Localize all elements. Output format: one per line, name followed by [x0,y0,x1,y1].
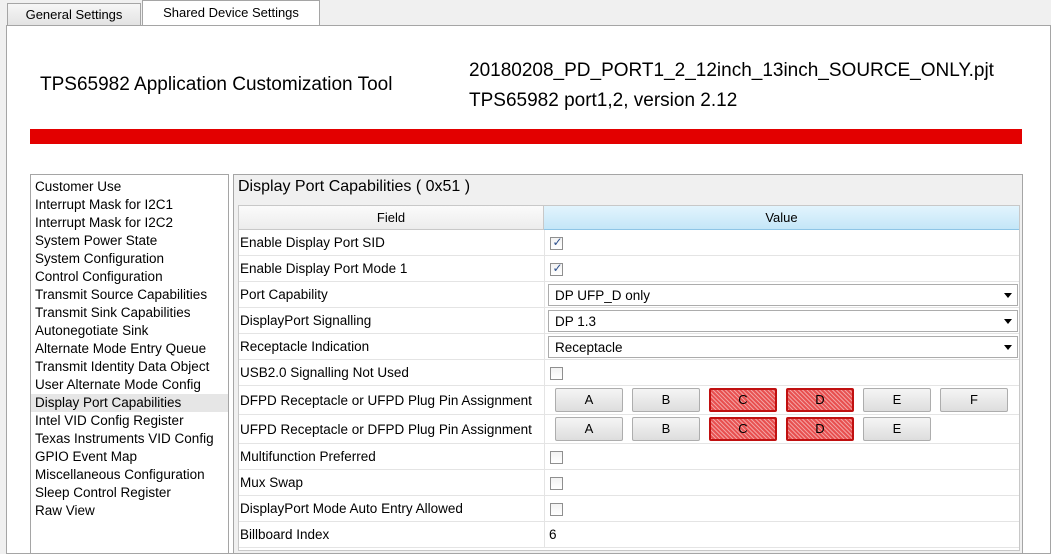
sidebar-item-miscellaneous-configuration[interactable]: Miscellaneous Configuration [31,466,228,484]
pin-a-button[interactable]: A [555,388,623,412]
project-version: TPS65982 port1,2, version 2.12 [469,90,738,111]
value-cell [544,360,1019,385]
dropdown-arrow-icon[interactable] [1004,319,1012,324]
value-cell: ABCDEF [544,386,1019,414]
value-cell [544,470,1019,495]
field-label: DisplayPort Mode Auto Entry Allowed [240,501,463,516]
column-header-field: Field [239,206,544,230]
pin-e-button[interactable]: E [863,388,931,412]
row-usb2-0-signalling-not-used: USB2.0 Signalling Not Used [239,360,1019,386]
pin-f-button[interactable]: F [940,388,1008,412]
row-multifunction-preferred: Multifunction Preferred [239,444,1019,470]
row-receptacle-indication: Receptacle Indication Receptacle [239,334,1019,360]
sidebar-item-user-alternate-mode-config[interactable]: User Alternate Mode Config [31,376,228,394]
pin-b-button[interactable]: B [632,388,700,412]
sidebar-item-raw-view[interactable]: Raw View [31,502,228,520]
billboard-index-value[interactable]: 6 [549,522,557,547]
sidebar-item-alternate-mode-entry-queue[interactable]: Alternate Mode Entry Queue [31,340,228,358]
field-label: Receptacle Indication [240,339,370,354]
panel-title: Display Port Capabilities ( 0x51 ) [238,178,471,195]
select-value: DP 1.3 [555,314,597,329]
tab-bar: General Settings Shared Device Settings [0,0,1051,26]
row-dfpd-receptacle-or-ufpd-plug-pin-assignment: DFPD Receptacle or UFPD Plug Pin Assignm… [239,386,1019,415]
field-label: DFPD Receptacle or UFPD Plug Pin Assignm… [240,392,532,408]
row-displayport-mode-auto-entry-allowed: DisplayPort Mode Auto Entry Allowed [239,496,1019,522]
displayport-signalling-select[interactable]: DP 1.3 [548,310,1018,332]
dropdown-arrow-icon[interactable] [1004,345,1012,350]
checkmark-icon: ✓ [552,235,563,249]
value-cell: DP UFP_D only [544,282,1019,307]
sidebar-item-texas-instruments-vid-config[interactable]: Texas Instruments VID Config [31,430,228,448]
register-list: Customer Use Interrupt Mask for I2C1 Inter… [30,174,229,554]
sidebar-item-interrupt-mask-for-i2c2[interactable]: Interrupt Mask for I2C2 [31,214,228,232]
dropdown-arrow-icon[interactable] [1004,293,1012,298]
usb2-0-signalling-not-used-checkbox[interactable] [550,367,563,380]
field-label: Enable Display Port Mode 1 [240,261,408,276]
enable-display-port-sid-checkbox[interactable]: ✓ [550,235,563,250]
field-grid: Field Value Enable Display Port SID ✓ Enab… [238,205,1020,551]
sidebar-item-sleep-control-register[interactable]: Sleep Control Register [31,484,228,502]
field-label: Multifunction Preferred [240,449,376,464]
field-label: Enable Display Port SID [240,235,385,250]
receptacle-indication-select[interactable]: Receptacle [548,336,1018,358]
pin-c-button[interactable]: C [709,417,777,441]
value-cell: ✓ [544,230,1019,255]
displayport-mode-auto-entry-allowed-checkbox[interactable] [550,503,563,516]
field-label: UFPD Receptacle or DFPD Plug Pin Assignm… [240,421,532,437]
select-value: DP UFP_D only [555,288,651,303]
pin-d-button[interactable]: D [786,417,854,441]
pin-e-button[interactable]: E [863,417,931,441]
row-enable-display-port-mode-1: Enable Display Port Mode 1 ✓ [239,256,1019,282]
sidebar-item-system-power-state[interactable]: System Power State [31,232,228,250]
brand-bar [30,129,1022,144]
row-mux-swap: Mux Swap [239,470,1019,496]
value-cell: ABCDE [544,415,1019,443]
sidebar-item-display-port-capabilities[interactable]: Display Port Capabilities [31,394,228,412]
field-label: USB2.0 Signalling Not Used [240,365,409,380]
tab-shared-device-settings[interactable]: Shared Device Settings [142,0,320,26]
project-file-name: 20180208_PD_PORT1_2_12inch_13inch_SOURCE… [469,60,994,81]
enable-display-port-mode-1-checkbox[interactable]: ✓ [550,261,563,276]
row-ufpd-receptacle-or-dfpd-plug-pin-assignment: UFPD Receptacle or DFPD Plug Pin Assignm… [239,415,1019,444]
port-capability-select[interactable]: DP UFP_D only [548,284,1018,306]
sidebar-item-interrupt-mask-for-i2c1[interactable]: Interrupt Mask for I2C1 [31,196,228,214]
row-enable-display-port-sid: Enable Display Port SID ✓ [239,230,1019,256]
value-cell: 6 [544,522,1019,547]
sidebar-item-system-configuration[interactable]: System Configuration [31,250,228,268]
sidebar-item-transmit-sink-capabilities[interactable]: Transmit Sink Capabilities [31,304,228,322]
value-cell: Receptacle [544,334,1019,359]
row-port-capability: Port Capability DP UFP_D only [239,282,1019,308]
column-header-value: Value [544,206,1019,230]
mux-swap-checkbox[interactable] [550,477,563,490]
sidebar-item-transmit-source-capabilities[interactable]: Transmit Source Capabilities [31,286,228,304]
field-label: DisplayPort Signalling [240,313,372,328]
sidebar-item-customer-use[interactable]: Customer Use [31,178,228,196]
field-label: Mux Swap [240,475,304,490]
field-label: Port Capability [240,287,328,302]
row-billboard-index: Billboard Index 6 [239,522,1019,548]
pin-a-button[interactable]: A [555,417,623,441]
value-cell [544,444,1019,469]
sidebar-item-control-configuration[interactable]: Control Configuration [31,268,228,286]
select-value: Receptacle [555,340,623,355]
multifunction-preferred-checkbox[interactable] [550,451,563,464]
tab-general-settings[interactable]: General Settings [7,3,141,25]
sidebar-item-transmit-identity-data-object[interactable]: Transmit Identity Data Object [31,358,228,376]
sidebar-item-intel-vid-config-register[interactable]: Intel VID Config Register [31,412,228,430]
sidebar-item-autonegotiate-sink[interactable]: Autonegotiate Sink [31,322,228,340]
value-cell [544,496,1019,521]
checkmark-icon: ✓ [552,261,563,275]
register-panel: Display Port Capabilities ( 0x51 ) Field… [233,174,1023,554]
pin-c-button[interactable]: C [709,388,777,412]
field-label: Billboard Index [240,527,330,542]
value-cell: DP 1.3 [544,308,1019,333]
sidebar-item-gpio-event-map[interactable]: GPIO Event Map [31,448,228,466]
row-displayport-signalling: DisplayPort Signalling DP 1.3 [239,308,1019,334]
app-title: TPS65982 Application Customization Tool [40,74,393,95]
value-cell: ✓ [544,256,1019,281]
pin-d-button[interactable]: D [786,388,854,412]
pin-b-button[interactable]: B [632,417,700,441]
